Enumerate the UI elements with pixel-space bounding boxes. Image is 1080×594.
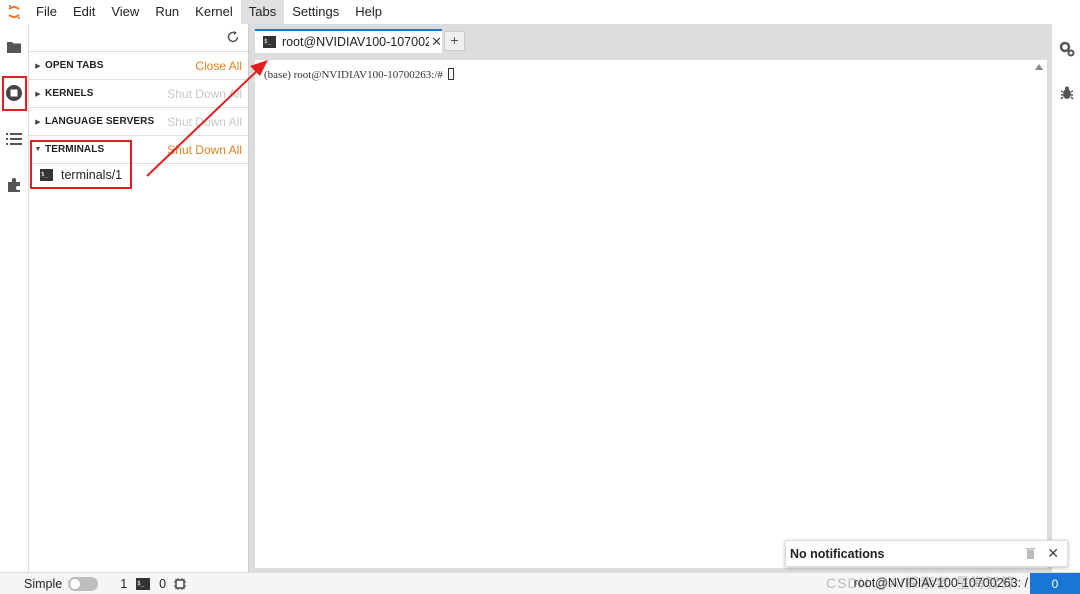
terminal-panel[interactable]: (base) root@NVIDIAV100-10700263:/# [255, 60, 1047, 568]
menu-help[interactable]: Help [347, 0, 390, 24]
close-icon[interactable]: ✕ [1047, 545, 1059, 562]
trash-icon[interactable] [1026, 547, 1035, 559]
jupyterlab-window: File Edit View Run Kernel Tabs Settings … [0, 0, 1080, 594]
shut-down-all-kernels-button[interactable]: Shut Down All [167, 87, 242, 101]
terminal-count: 1 [120, 576, 128, 591]
annotation-highlight-terminals [30, 140, 132, 189]
debugger-bug-icon[interactable] [1056, 82, 1078, 104]
property-inspector-gears-icon[interactable] [1056, 38, 1078, 60]
shut-down-all-language-servers-button[interactable]: Shut Down All [167, 115, 242, 129]
menu-tabs[interactable]: Tabs [240, 0, 285, 24]
menu-kernel[interactable]: Kernel [187, 0, 241, 24]
menu-view[interactable]: View [103, 0, 147, 24]
watermark: CSDN @AI探索者-星海智算 [826, 575, 1016, 591]
kernel-chip-icon[interactable] [174, 577, 187, 590]
toggle-knob [70, 578, 81, 589]
close-all-button[interactable]: Close All [195, 59, 242, 73]
shut-down-all-terminals-button[interactable]: Shut Down All [167, 143, 242, 157]
extensions-icon[interactable] [3, 174, 25, 196]
kernel-count: 0 [159, 576, 167, 591]
section-kernels[interactable]: ▶ KERNELS Shut Down All [29, 80, 248, 108]
jupyter-logo-icon [0, 0, 28, 24]
simple-mode-label: Simple [24, 576, 63, 591]
section-title: KERNELS [45, 88, 94, 99]
close-icon[interactable]: ✕ [431, 34, 442, 50]
terminal-cursor [447, 68, 454, 80]
menu-bar: File Edit View Run Kernel Tabs Settings … [0, 0, 1080, 24]
section-language-servers[interactable]: ▶ LANGUAGE SERVERS Shut Down All [29, 108, 248, 136]
simple-mode-toggle[interactable] [68, 576, 99, 591]
terminal-output: (base) root@NVIDIAV100-10700263:/# [264, 68, 454, 81]
section-open-tabs[interactable]: ▶ OPEN TABS Close All [29, 52, 248, 80]
new-tab-button[interactable]: + [444, 31, 465, 51]
tab-label: root@NVIDIAV100-107002 [281, 35, 430, 49]
notification-badge[interactable]: 0 [1030, 573, 1080, 594]
terminal-prompt: (base) root@NVIDIAV100-10700263:/# [264, 69, 446, 81]
caret-right-icon: ▶ [35, 118, 41, 126]
menu-settings[interactable]: Settings [284, 0, 347, 24]
caret-right-icon: ▶ [35, 62, 41, 70]
menu-run[interactable]: Run [147, 0, 187, 24]
table-of-contents-icon[interactable] [3, 128, 25, 150]
panel-toolbar [29, 24, 248, 52]
terminal-icon: $_ [136, 577, 151, 590]
running-sessions-panel: ▶ OPEN TABS Close All ▶ KERNELS Shut Dow… [29, 24, 249, 572]
section-title: OPEN TABS [45, 60, 104, 71]
terminal-icon: $_ [263, 36, 276, 48]
scroll-up-icon[interactable] [1035, 64, 1043, 70]
notification-title: No notifications [790, 546, 885, 561]
tab-terminal[interactable]: $_ root@NVIDIAV100-107002 ✕ [255, 29, 442, 53]
menu-file[interactable]: File [28, 0, 65, 24]
annotation-highlight-running-icon [2, 76, 27, 111]
refresh-icon[interactable] [226, 30, 240, 44]
tab-bar: $_ root@NVIDIAV100-107002 ✕ + [249, 24, 1051, 53]
caret-right-icon: ▶ [35, 90, 41, 98]
folder-icon[interactable] [3, 36, 25, 58]
main-dock-area: $_ root@NVIDIAV100-107002 ✕ + (base) roo… [249, 24, 1051, 572]
notification-popup: No notifications ✕ [785, 540, 1068, 567]
right-activity-bar [1051, 24, 1080, 572]
section-title: LANGUAGE SERVERS [45, 116, 155, 127]
menu-edit[interactable]: Edit [65, 0, 103, 24]
